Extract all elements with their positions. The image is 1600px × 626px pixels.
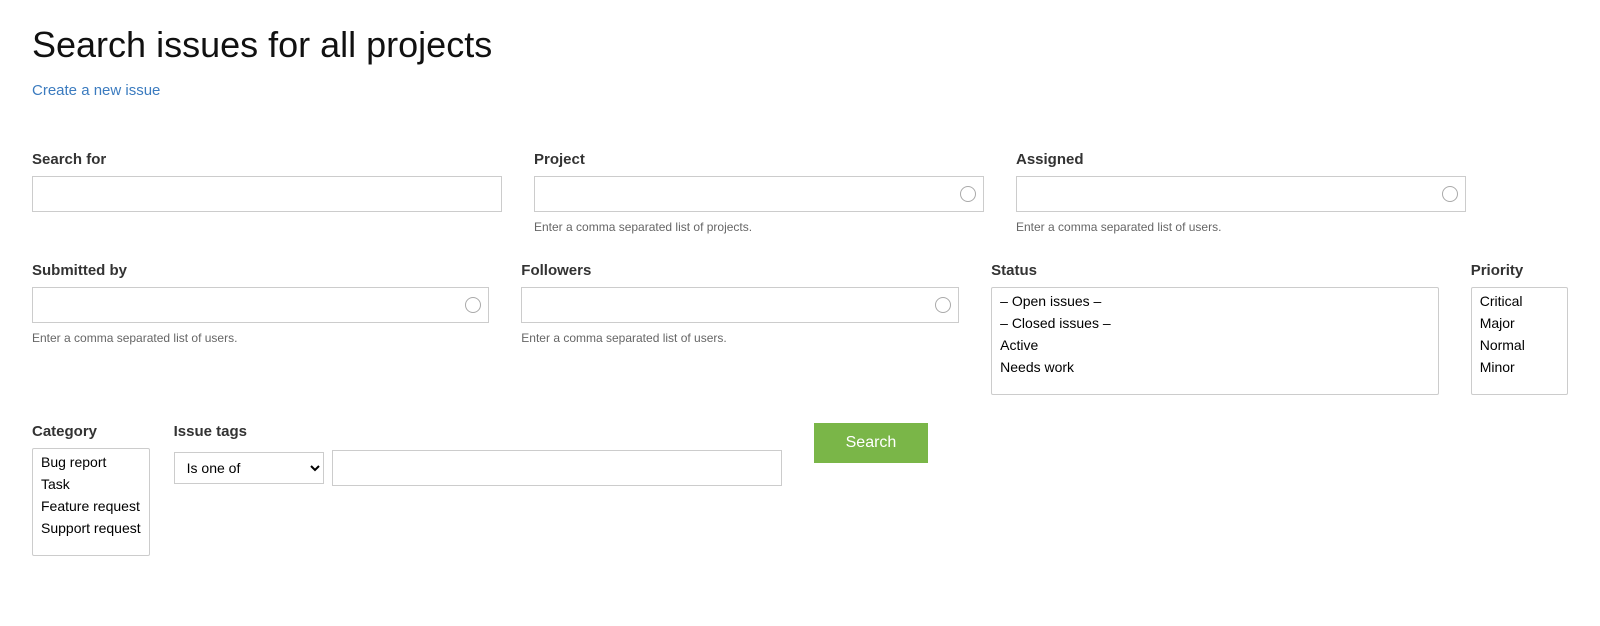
form-row-2: Submitted by Enter a comma separated lis…: [32, 262, 1568, 395]
assigned-input-wrapper: [1016, 176, 1466, 212]
assigned-label: Assigned: [1016, 151, 1466, 168]
search-form: Search for Project Enter a comma separat…: [32, 151, 1568, 556]
issue-tags-operator-select[interactable]: Is one ofIs not one of: [174, 452, 324, 484]
create-issue-link[interactable]: Create a new issue: [32, 82, 160, 99]
project-input[interactable]: [534, 176, 984, 212]
followers-input-wrapper: [521, 287, 959, 323]
followers-input[interactable]: [521, 287, 959, 323]
project-hint: Enter a comma separated list of projects…: [534, 220, 984, 234]
issue-tags-row: Is one ofIs not one of: [174, 450, 782, 486]
priority-label: Priority: [1471, 262, 1568, 279]
category-select[interactable]: Bug reportTaskFeature requestSupport req…: [32, 448, 150, 556]
issue-tags-group: Issue tags Is one ofIs not one of: [174, 423, 782, 486]
project-label: Project: [534, 151, 984, 168]
project-input-wrapper: [534, 176, 984, 212]
form-row-1: Search for Project Enter a comma separat…: [32, 151, 1568, 234]
search-button-wrapper: Search: [814, 423, 929, 465]
followers-hint: Enter a comma separated list of users.: [521, 331, 959, 345]
assigned-group: Assigned Enter a comma separated list of…: [1016, 151, 1466, 234]
project-group: Project Enter a comma separated list of …: [534, 151, 984, 234]
assigned-input[interactable]: [1016, 176, 1466, 212]
submitted-by-group: Submitted by Enter a comma separated lis…: [32, 262, 489, 345]
category-group: Category Bug reportTaskFeature requestSu…: [32, 423, 150, 556]
status-group: Status – Open issues –– Closed issues –A…: [991, 262, 1439, 395]
priority-select[interactable]: CriticalMajorNormalMinor: [1471, 287, 1568, 395]
issue-tags-label: Issue tags: [174, 423, 782, 440]
followers-group: Followers Enter a comma separated list o…: [521, 262, 959, 345]
search-for-input[interactable]: [32, 176, 502, 212]
search-for-label: Search for: [32, 151, 502, 168]
status-label: Status: [991, 262, 1439, 279]
submitted-by-input[interactable]: [32, 287, 489, 323]
search-for-group: Search for: [32, 151, 502, 212]
assigned-hint: Enter a comma separated list of users.: [1016, 220, 1466, 234]
submitted-by-label: Submitted by: [32, 262, 489, 279]
status-select[interactable]: – Open issues –– Closed issues –ActiveNe…: [991, 287, 1439, 395]
priority-group: Priority CriticalMajorNormalMinor: [1471, 262, 1568, 395]
issue-tags-input-wrapper: [332, 450, 782, 486]
form-row-3: Category Bug reportTaskFeature requestSu…: [32, 423, 1568, 556]
search-button[interactable]: Search: [814, 423, 929, 463]
submitted-by-hint: Enter a comma separated list of users.: [32, 331, 489, 345]
page-title: Search issues for all projects: [32, 24, 1568, 66]
issue-tags-input[interactable]: [332, 450, 782, 486]
followers-label: Followers: [521, 262, 959, 279]
category-label: Category: [32, 423, 150, 440]
submitted-by-input-wrapper: [32, 287, 489, 323]
